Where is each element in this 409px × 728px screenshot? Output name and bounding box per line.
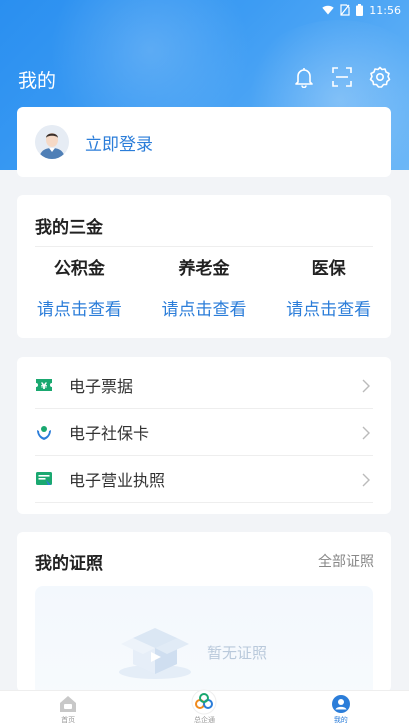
sanjin-item-gongjijin[interactable]: 公积金 请点击查看	[17, 257, 142, 320]
avatar	[35, 125, 69, 159]
app-logo-icon	[191, 689, 217, 715]
no-sim-icon	[340, 4, 350, 16]
sanjin-item-name: 医保	[311, 259, 346, 279]
empty-state: 暂无证照	[35, 586, 373, 696]
list-item-e-receipt[interactable]: ¥ 电子票据	[35, 362, 373, 409]
status-time: 11:56	[369, 3, 401, 17]
list-item-label: 电子营业执照	[69, 471, 166, 490]
divider	[35, 246, 373, 247]
nav-item-mine[interactable]: 我的	[273, 691, 409, 728]
sanjin-card: 我的三金 公积金 请点击查看 养老金 请点击查看 医保 请点击查看	[17, 195, 391, 338]
business-license-icon	[35, 470, 53, 488]
empty-state-text: 暂无证照	[207, 644, 268, 662]
wifi-icon	[322, 5, 334, 15]
nav-label: 我的	[333, 716, 348, 724]
sanjin-item-link[interactable]: 请点击查看	[142, 295, 267, 320]
certificates-card: 我的证照 全部证照 暂无证照	[17, 532, 391, 696]
certificates-title: 我的证照	[35, 554, 103, 574]
header-actions	[293, 66, 391, 89]
user-icon	[331, 695, 350, 713]
sanjin-item-name: 公积金	[53, 259, 105, 279]
list-item-business-license[interactable]: 电子营业执照	[35, 456, 373, 503]
settings-icon[interactable]	[369, 66, 391, 88]
sanjin-item-name: 养老金	[178, 259, 230, 279]
list-item-social-security[interactable]: 电子社保卡	[35, 409, 373, 456]
sanjin-title: 我的三金	[35, 218, 103, 238]
login-link[interactable]: 立即登录	[85, 130, 153, 155]
nav-item-home[interactable]: 首页	[0, 691, 136, 728]
bottom-nav: 首页 总企通 我的	[0, 689, 409, 728]
battery-icon	[356, 4, 364, 16]
list-item-label: 电子社保卡	[69, 424, 150, 443]
svg-text:¥: ¥	[41, 382, 48, 392]
chevron-right-icon	[361, 378, 371, 393]
all-certificates-link[interactable]: 全部证照	[318, 551, 374, 571]
chevron-right-icon	[361, 425, 371, 440]
sanjin-item-link[interactable]: 请点击查看	[17, 295, 142, 320]
sanjin-items: 公积金 请点击查看 养老金 请点击查看 医保 请点击查看	[17, 257, 391, 320]
status-bar: 11:56	[322, 0, 409, 20]
nav-label: 首页	[61, 716, 76, 724]
services-card: ¥ 电子票据 电子社保卡 电子营业执照	[17, 357, 391, 514]
login-card[interactable]: 立即登录	[17, 107, 391, 177]
chevron-right-icon	[361, 472, 371, 487]
nav-label: 总企通	[193, 716, 215, 724]
list-item-label: 电子票据	[69, 377, 134, 396]
sanjin-item-yanglaojin[interactable]: 养老金 请点击查看	[142, 257, 267, 320]
empty-box-icon	[113, 608, 197, 682]
scan-icon[interactable]	[331, 66, 353, 88]
ticket-icon: ¥	[35, 376, 53, 394]
nav-item-center[interactable]: 总企通	[136, 689, 272, 728]
sanjin-item-yibao[interactable]: 医保 请点击查看	[266, 257, 391, 320]
bell-icon[interactable]	[293, 66, 315, 89]
sanjin-item-link[interactable]: 请点击查看	[266, 295, 391, 320]
page-title: 我的	[18, 70, 57, 92]
home-icon	[59, 695, 77, 713]
social-security-icon	[35, 423, 53, 441]
